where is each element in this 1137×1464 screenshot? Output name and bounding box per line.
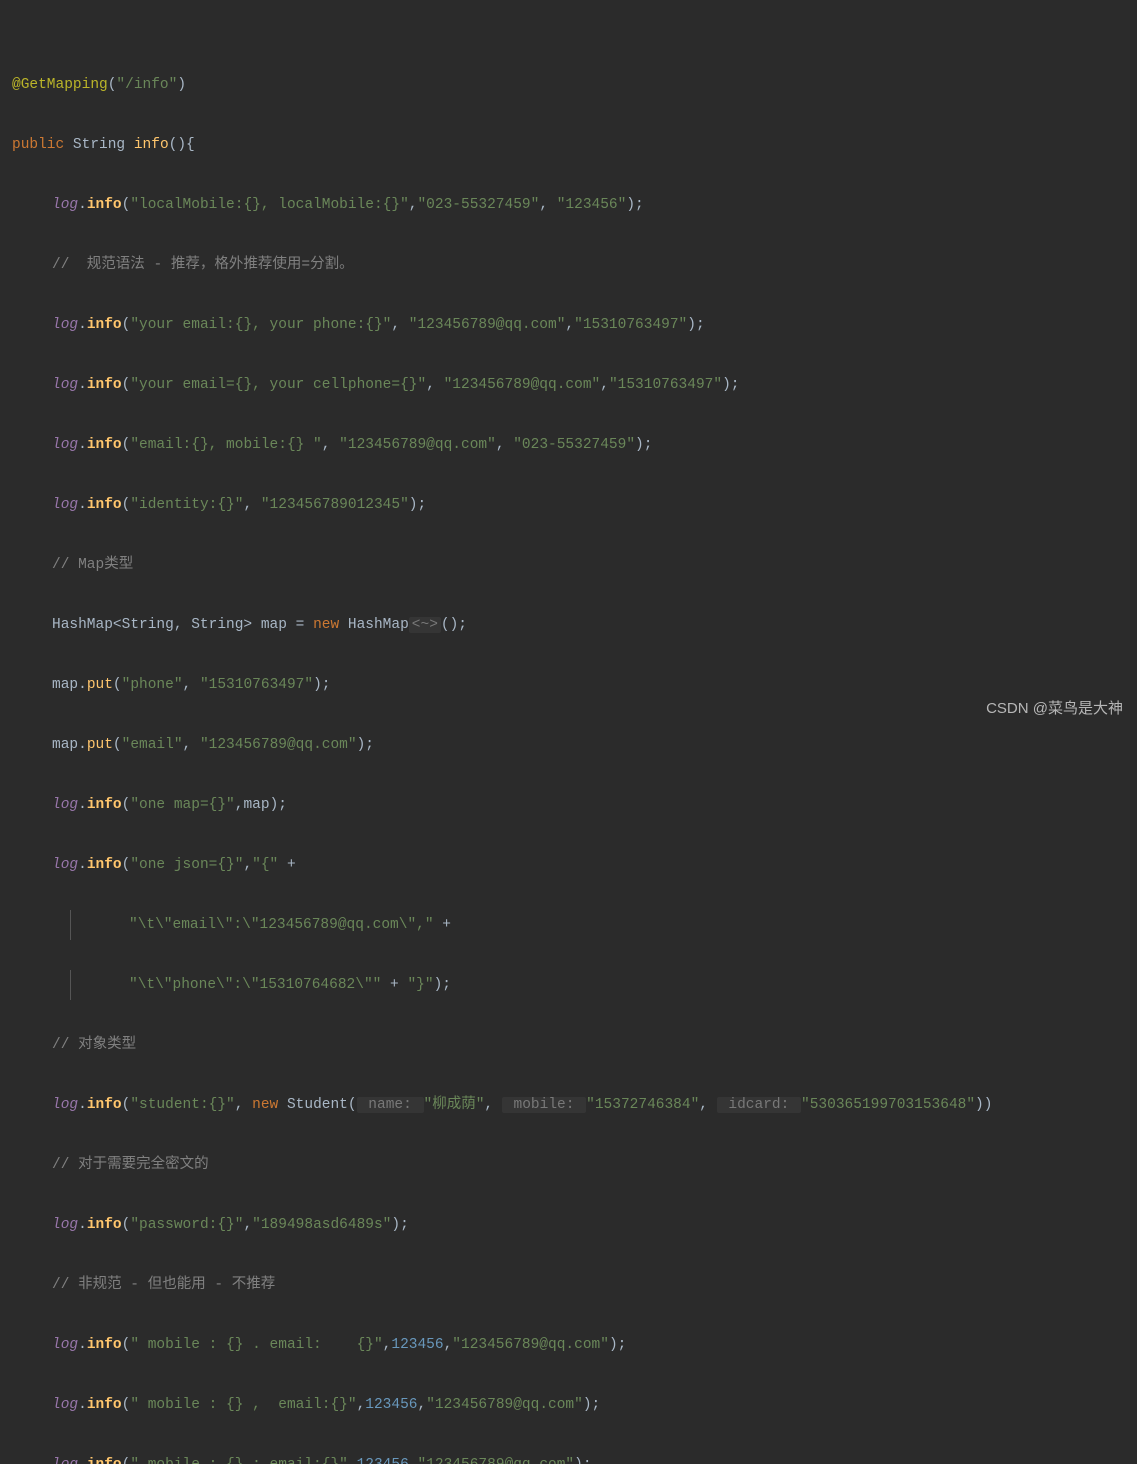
log-call: log.info("one map={}",map); bbox=[12, 790, 1137, 820]
annotation-line: @GetMapping("/info") bbox=[12, 70, 1137, 100]
log-call: log.info("your email={}, your cellphone=… bbox=[12, 370, 1137, 400]
log-call: log.info("identity:{}", "123456789012345… bbox=[12, 490, 1137, 520]
param-hint: name: bbox=[357, 1097, 424, 1113]
log-call: log.info("your email:{}, your phone:{}",… bbox=[12, 310, 1137, 340]
comment: // 对象类型 bbox=[12, 1030, 1137, 1060]
log-call: log.info("email:{}, mobile:{} ", "123456… bbox=[12, 430, 1137, 460]
log-call: log.info("one json={}","{" + bbox=[12, 850, 1137, 880]
log-call-cont: "\t\"email\":\"123456789@qq.com\"," + bbox=[70, 910, 1137, 940]
log-call: log.info(" mobile : {} : email:{}",12345… bbox=[12, 1450, 1137, 1464]
comment: // 对于需要完全密文的 bbox=[12, 1150, 1137, 1180]
log-call: log.info("password:{}","189498asd6489s")… bbox=[12, 1210, 1137, 1240]
annotation: @GetMapping bbox=[12, 77, 108, 93]
code-editor[interactable]: @GetMapping("/info") public String info(… bbox=[0, 0, 1137, 1464]
log-call: log.info(" mobile : {} , email:{}",12345… bbox=[12, 1390, 1137, 1420]
comment: // 规范语法 - 推荐，格外推荐使用=分割。 bbox=[12, 250, 1137, 280]
hashmap-decl: HashMap<String, String> map = new HashMa… bbox=[12, 610, 1137, 640]
map-put: map.put("email", "123456789@qq.com"); bbox=[12, 730, 1137, 760]
param-hint: mobile: bbox=[502, 1097, 586, 1113]
watermark: CSDN @菜鸟是大神 bbox=[986, 694, 1123, 724]
map-put: map.put("phone", "15310763497"); bbox=[12, 670, 1137, 700]
log-call-cont: "\t\"phone\":\"15310764682\"" + "}"); bbox=[70, 970, 1137, 1000]
diamond-hint-icon: <~> bbox=[409, 617, 441, 633]
log-call: log.info("localMobile:{}, localMobile:{}… bbox=[12, 190, 1137, 220]
param-hint: idcard: bbox=[717, 1097, 801, 1113]
log-call: log.info(" mobile : {} . email: {}",1234… bbox=[12, 1330, 1137, 1360]
comment: // 非规范 - 但也能用 - 不推荐 bbox=[12, 1270, 1137, 1300]
comment: // Map类型 bbox=[12, 550, 1137, 580]
method-signature: public String info(){ bbox=[12, 130, 1137, 160]
log-call: log.info("student:{}", new Student( name… bbox=[12, 1090, 1137, 1120]
